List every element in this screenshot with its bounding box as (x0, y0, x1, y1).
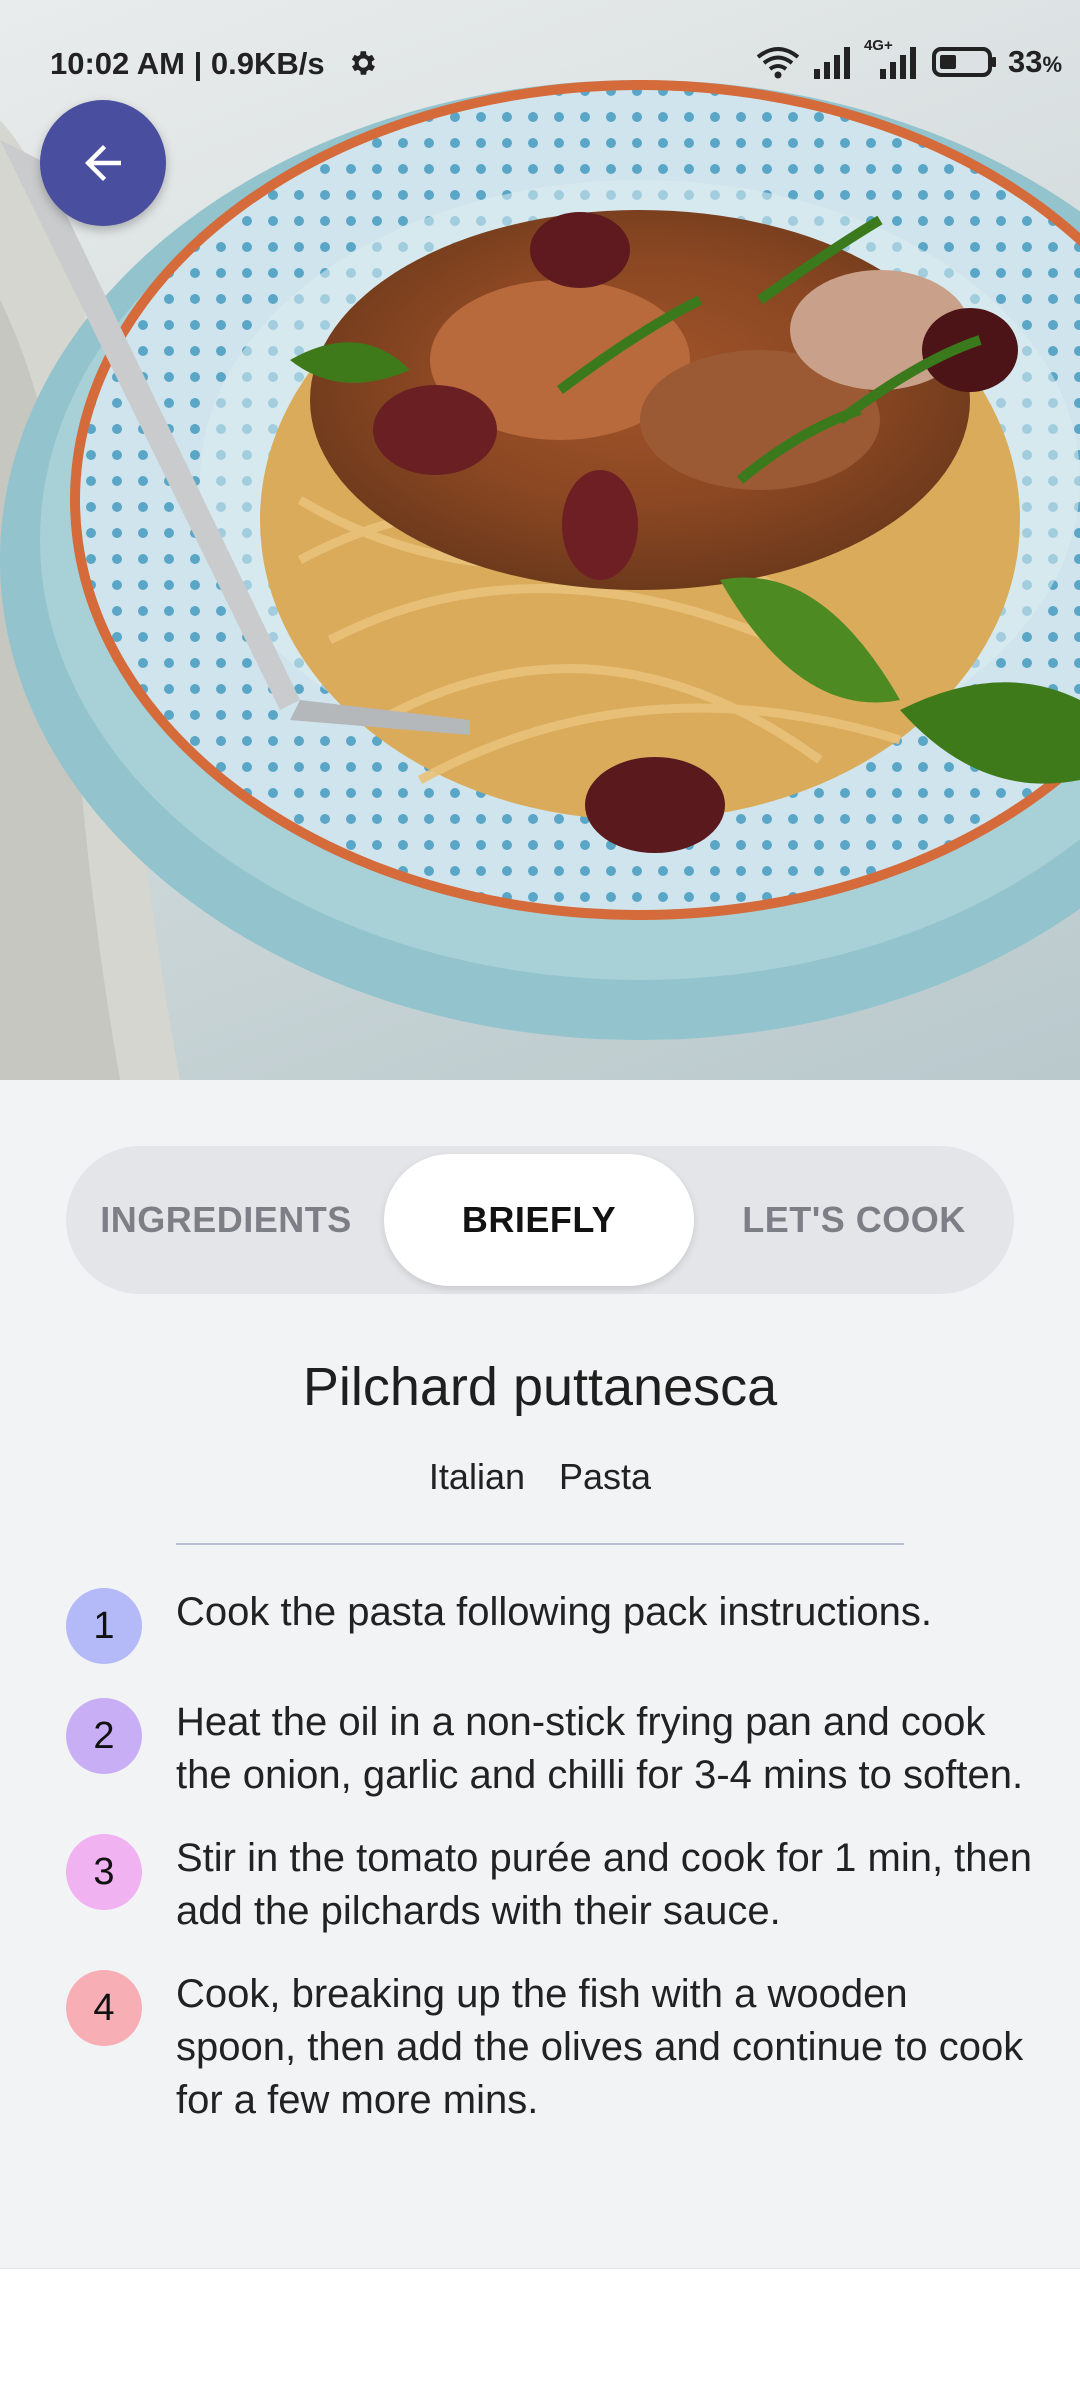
steps-list: 1 Cook the pasta following pack instruct… (0, 1586, 1080, 2157)
step-text: Cook the pasta following pack instructio… (176, 1590, 932, 1634)
wifi-icon (756, 47, 800, 79)
battery-icon (931, 47, 996, 77)
step-item: 1 Cook the pasta following pack instruct… (0, 1586, 1080, 1666)
tab-ingredients[interactable]: INGREDIENTS (66, 1146, 386, 1294)
tab-briefly[interactable]: BRIEFLY (384, 1154, 694, 1286)
gear-icon (351, 51, 375, 75)
step-item: 3 Stir in the tomato purée and cook for … (0, 1832, 1080, 1938)
status-icons: 4G+ 33% (754, 37, 1062, 80)
step-item: 2 Heat the oil in a non-stick frying pan… (0, 1696, 1080, 1802)
back-button[interactable] (40, 100, 166, 226)
tab-bar: INGREDIENTS BRIEFLY LET'S COOK (66, 1146, 1014, 1294)
divider (176, 1543, 904, 1545)
battery-percentage: 33% (1007, 44, 1062, 79)
tag-category: Pasta (559, 1456, 652, 1497)
step-item: 4 Cook, breaking up the fish with a wood… (0, 1968, 1080, 2127)
status-time: 10:02 AM | 0.9KB/s (50, 46, 325, 81)
step-number-badge: 3 (66, 1834, 142, 1910)
step-number-badge: 4 (66, 1970, 142, 2046)
step-text: Stir in the tomato purée and cook for 1 … (176, 1836, 1033, 1933)
step-number-badge: 1 (66, 1588, 142, 1664)
recipe-screen: 10:02 AM | 0.9KB/s 4G+ 33% INGREDIENTS B… (0, 0, 1080, 2400)
recipe-title: Pilchard puttanesca (302, 1357, 778, 1417)
signal-4g-icon: 4G+ (864, 37, 922, 79)
arrow-left-icon (85, 145, 121, 181)
bottom-area (0, 2268, 1080, 2400)
signal-icon (813, 47, 850, 79)
tab-lets-cook[interactable]: LET'S COOK (694, 1146, 1014, 1294)
tag-cuisine: Italian (428, 1456, 525, 1497)
recipe-tags: Italian Pasta (0, 1456, 1080, 1498)
step-text: Heat the oil in a non-stick frying pan a… (176, 1700, 1024, 1797)
step-number-badge: 2 (66, 1698, 142, 1774)
status-bar: 10:02 AM | 0.9KB/s 4G+ 33% (0, 0, 1080, 130)
step-text: Cook, breaking up the fish with a wooden… (176, 1972, 1024, 2122)
